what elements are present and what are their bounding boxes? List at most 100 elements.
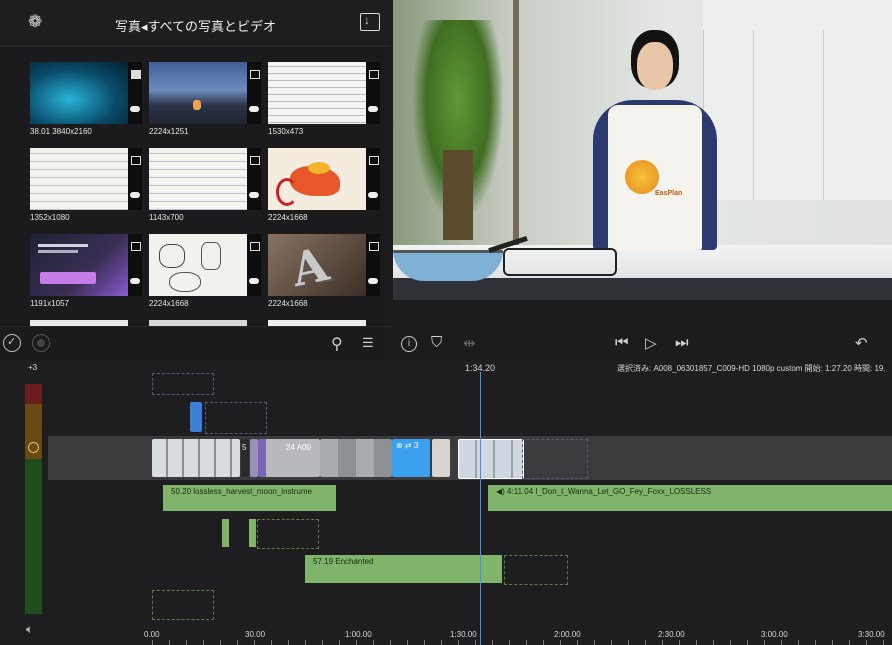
thumbnail-image — [30, 148, 128, 210]
cloud-icon — [368, 278, 378, 284]
ruler-tick — [543, 640, 544, 645]
ruler-tick — [713, 640, 714, 645]
ruler-tick — [509, 640, 510, 645]
thumbnail-caption: 2224x1668 — [268, 299, 308, 308]
thumbnail-caption: 1191x1057 — [30, 299, 69, 308]
thumbnail-caption: 2224x1668 — [268, 213, 308, 222]
audio-clip[interactable] — [222, 519, 229, 547]
shield-icon[interactable]: ⛉ — [431, 334, 442, 351]
thumbnail[interactable]: 1530x473 — [268, 62, 380, 136]
speaker-icon[interactable]: 🔈︎ — [26, 622, 33, 637]
ruler-tick — [560, 640, 561, 645]
ruler-label: 1:30.00 — [450, 630, 477, 639]
thumbnail-image — [149, 62, 247, 124]
ruler-tick — [594, 640, 595, 645]
ruler-tick — [322, 640, 323, 645]
video-clip[interactable] — [152, 439, 240, 477]
browser-title[interactable]: 写真◂すべての写真とビデオ — [0, 16, 391, 35]
search-icon[interactable]: ⚲ — [331, 334, 343, 354]
thumbnail[interactable]: 2224x1668 — [268, 148, 380, 222]
info-icon[interactable]: i — [401, 336, 417, 352]
ruler-tick — [577, 640, 578, 645]
ruler-tick — [883, 640, 884, 645]
audio-clip[interactable] — [249, 519, 256, 547]
import-icon[interactable]: ↓ — [360, 13, 380, 31]
thumbnail[interactable]: 1191x1057 — [30, 234, 142, 308]
ruler-tick — [305, 640, 306, 645]
thumbnail-image — [268, 62, 366, 124]
overlay-placeholder[interactable] — [205, 402, 267, 434]
thumbnail-image — [149, 234, 247, 296]
thumbnail-image — [149, 148, 247, 210]
selection-info: 選択済み: A008_06301857_C009-HD 1080p custom… — [617, 364, 886, 373]
ruler-label: 3:30.00 — [858, 630, 885, 639]
thumbnail-caption: 2224x1251 — [149, 127, 189, 136]
ruler-tick — [203, 640, 204, 645]
ruler-tick — [169, 640, 170, 645]
skip-forward-icon[interactable]: ⏭ — [675, 334, 689, 351]
undo-icon[interactable]: ↶ — [855, 334, 868, 352]
select-checkmark-icon[interactable]: ✓ — [3, 334, 21, 352]
thumbnail-image — [30, 62, 128, 124]
thumbnail[interactable]: 2224x1251 — [149, 62, 261, 136]
thumbnail[interactable]: 1143x700 — [149, 148, 261, 222]
ruler-tick — [798, 640, 799, 645]
playhead[interactable] — [480, 372, 481, 645]
audio-placeholder[interactable] — [504, 555, 568, 585]
time-ruler[interactable]: 0.00 30.00 1:00.00 1:30.00 2:00.00 2:30.… — [48, 628, 892, 645]
audio-clip[interactable]: 50.20 lossless_harvest_moon_instrume — [163, 485, 336, 511]
skip-back-icon[interactable]: ⏮ — [615, 334, 629, 351]
ruler-tick — [645, 640, 646, 645]
split-icon[interactable]: ⇹ — [463, 334, 476, 352]
video-clip[interactable] — [432, 439, 450, 477]
title-placeholder[interactable] — [152, 373, 214, 395]
thumbnail-image — [30, 234, 128, 296]
ruler-tick — [373, 640, 374, 645]
thumbnail[interactable]: 1352x1080 — [30, 148, 142, 222]
video-clip[interactable] — [458, 439, 524, 479]
video-clip[interactable] — [250, 439, 258, 477]
thumbnail[interactable]: 2224x1668 — [149, 234, 261, 308]
thumbnail-caption: 1143x700 — [149, 213, 184, 222]
ruler-tick — [696, 640, 697, 645]
video-clip[interactable]: 24 A00 — [258, 439, 320, 477]
ruler-tick — [628, 640, 629, 645]
play-icon[interactable]: ▷ — [645, 334, 657, 352]
ruler-tick — [815, 640, 816, 645]
audio-placeholder[interactable] — [152, 590, 214, 620]
ruler-tick — [662, 640, 663, 645]
ruler-tick — [764, 640, 765, 645]
video-clip[interactable] — [320, 439, 392, 477]
ruler-tick — [424, 640, 425, 645]
selected-video-clip[interactable]: ⊛ ⇄ 3 — [392, 439, 430, 477]
ruler-tick — [747, 640, 748, 645]
media-browser-panel: ❁ 写真◂すべての写真とビデオ ↓ 38.01 3840x2160 2224x1… — [0, 0, 391, 361]
audio-level-meter — [25, 384, 42, 614]
ruler-tick — [730, 640, 731, 645]
thumbnail-image — [268, 148, 366, 210]
ruler-tick — [781, 640, 782, 645]
ruler-tick — [611, 640, 612, 645]
cloud-icon — [249, 106, 259, 112]
cloud-icon — [249, 192, 259, 198]
ruler-tick — [679, 640, 680, 645]
video-viewer[interactable]: EasPlan — [393, 0, 892, 300]
list-filter-icon[interactable]: ☰ — [362, 335, 374, 351]
audio-clip[interactable]: ◀) 4:11.04 I_Don_t_Wanna_Let_GO_Fey_Foxx… — [488, 485, 892, 511]
audio-placeholder[interactable] — [257, 519, 319, 549]
thumbnail-grid: 38.01 3840x2160 2224x1251 1530x473 1352x… — [18, 56, 390, 326]
video-clip[interactable]: 5 — [241, 439, 249, 477]
cloud-icon — [130, 106, 140, 112]
cloud-icon — [368, 192, 378, 198]
thumbnail[interactable]: A 2224x1668 — [268, 234, 380, 308]
ruler-tick — [186, 640, 187, 645]
video-placeholder[interactable] — [522, 439, 588, 479]
thumbnail[interactable]: 38.01 3840x2160 — [30, 62, 142, 136]
overlay-clip[interactable] — [190, 402, 202, 432]
volume-knob[interactable] — [28, 442, 39, 453]
audio-clip[interactable]: 57.19 Enchanted — [305, 555, 502, 583]
record-icon[interactable] — [32, 334, 50, 352]
browser-toolbar: ✓ ⚲ ☰ — [0, 326, 391, 361]
ruler-tick — [866, 640, 867, 645]
ruler-tick — [849, 640, 850, 645]
